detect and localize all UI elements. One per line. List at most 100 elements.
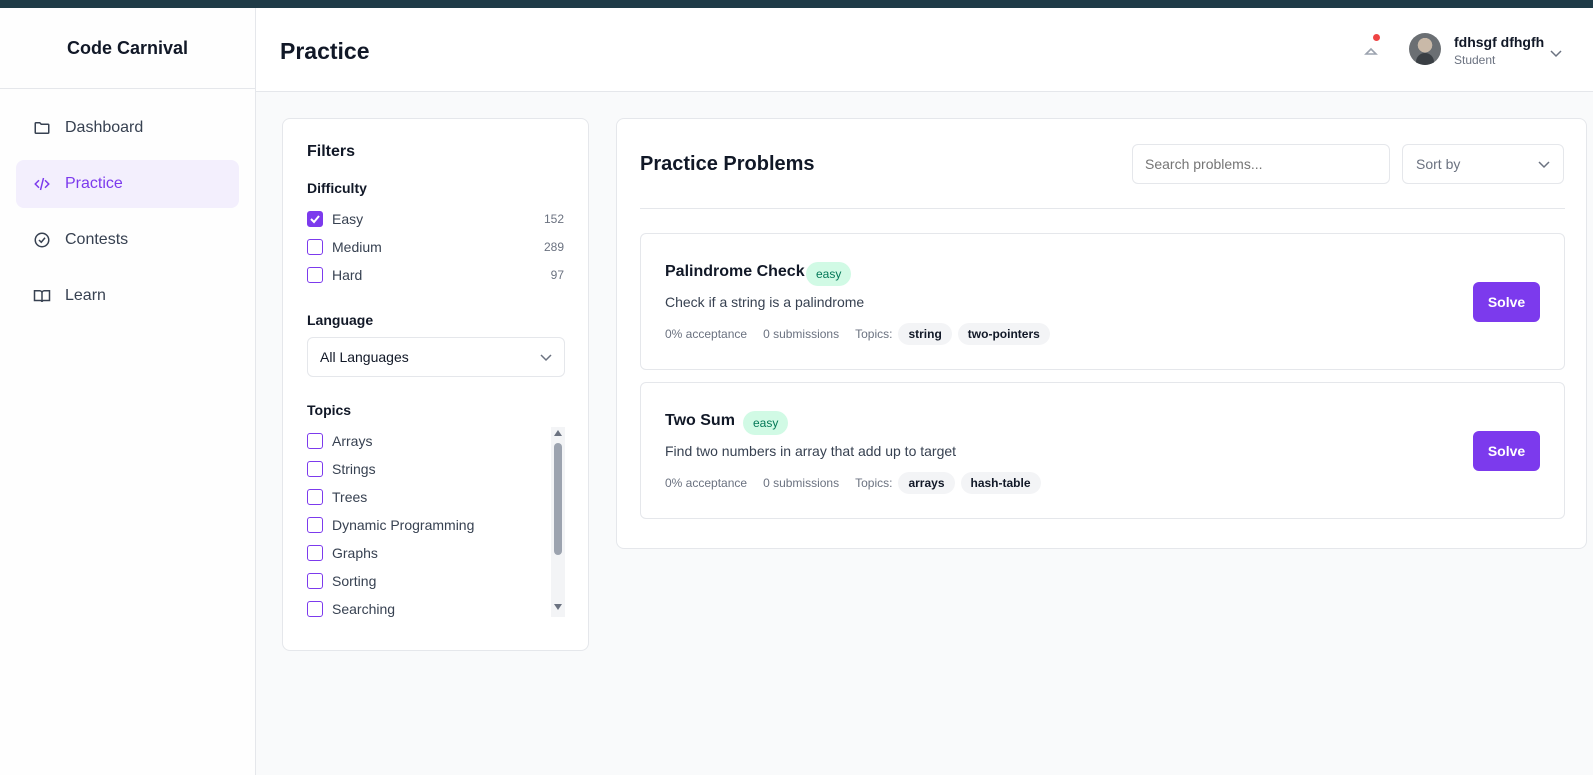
submission-count: 0 submissions: [763, 476, 840, 490]
book-icon: [33, 287, 51, 305]
problem-meta: 0% acceptance 0 submissions Topics: arra…: [665, 472, 1047, 494]
sort-label: Sort by: [1416, 156, 1461, 172]
difficulty-badge: easy: [743, 411, 789, 435]
filter-difficulty-medium[interactable]: Medium 289: [307, 233, 564, 261]
topics-label: Topics: [307, 402, 352, 418]
filter-topic-sorting[interactable]: Sorting: [307, 567, 564, 595]
solve-button[interactable]: Solve: [1473, 431, 1540, 471]
avatar[interactable]: [1409, 33, 1441, 65]
solve-button[interactable]: Solve: [1473, 282, 1540, 322]
filter-difficulty-easy[interactable]: Easy 152: [307, 205, 564, 233]
checkbox[interactable]: [307, 545, 323, 561]
checkbox[interactable]: [307, 489, 323, 505]
difficulty-label: Difficulty: [307, 180, 367, 196]
problem-card[interactable]: Two Sum easy Find two numbers in array t…: [640, 382, 1565, 519]
topics-scrollbar[interactable]: [551, 427, 565, 617]
notification-dot: [1373, 34, 1380, 41]
folder-icon: [33, 119, 51, 137]
checkbox[interactable]: [307, 239, 323, 255]
difficulty-count: 289: [543, 240, 564, 254]
problem-meta: 0% acceptance 0 submissions Topics: stri…: [665, 323, 1056, 345]
acceptance-rate: 0% acceptance: [665, 476, 748, 490]
user-name[interactable]: fdhsgf dfhgfh: [1454, 34, 1544, 50]
scroll-down-arrow-icon[interactable]: [553, 603, 563, 611]
filter-topic-dynamic-programming[interactable]: Dynamic Programming: [307, 511, 564, 539]
sidebar: Code Carnival Dashboard Practice Contest…: [0, 8, 256, 775]
checkbox-label: Sorting: [332, 573, 377, 589]
checkbox-label: Searching: [332, 601, 396, 617]
sidebar-item-label: Contests: [65, 231, 129, 248]
problem-card[interactable]: Palindrome Check easy Check if a string …: [640, 233, 1565, 370]
problems-title: Practice Problems: [640, 153, 815, 175]
scrollbar-thumb[interactable]: [554, 443, 562, 555]
topic-tag: arrays: [898, 472, 955, 494]
topics-label: Topics:: [855, 476, 893, 490]
filter-topic-arrays[interactable]: Arrays: [307, 427, 564, 455]
filters-panel: Filters Difficulty Easy 152 Medium 289 H…: [282, 118, 589, 651]
scroll-up-arrow-icon[interactable]: [553, 429, 563, 437]
sidebar-item-dashboard[interactable]: Dashboard: [16, 104, 239, 152]
difficulty-count: 97: [550, 268, 564, 282]
checkbox[interactable]: [307, 517, 323, 533]
check-icon: [310, 215, 320, 224]
language-selected-value: All Languages: [320, 349, 409, 365]
topic-tag: two-pointers: [957, 323, 1050, 345]
topic-tag: string: [898, 323, 952, 345]
language-label: Language: [307, 312, 374, 328]
chevron-down-icon: [540, 349, 552, 365]
filter-topic-searching[interactable]: Searching: [307, 595, 564, 623]
checkbox-label: Strings: [332, 461, 376, 477]
problem-title[interactable]: Two Sum: [665, 412, 735, 430]
submission-count: 0 submissions: [763, 327, 840, 341]
chevron-down-icon[interactable]: [1550, 45, 1562, 63]
sidebar-nav: Dashboard Practice Contests Learn: [0, 89, 255, 343]
chevron-down-icon: [1538, 156, 1550, 172]
sort-select[interactable]: Sort by: [1402, 144, 1564, 184]
checkbox-label: Trees: [332, 489, 368, 505]
checkbox-label: Easy: [332, 211, 364, 227]
page-title: Practice: [280, 38, 370, 64]
difficulty-badge: easy: [806, 262, 852, 286]
check-circle-icon: [33, 231, 51, 249]
sidebar-item-contests[interactable]: Contests: [16, 216, 239, 264]
filter-topic-trees[interactable]: Trees: [307, 483, 564, 511]
checkbox[interactable]: [307, 267, 323, 283]
checkbox-label: Dynamic Programming: [332, 517, 475, 533]
sidebar-item-learn[interactable]: Learn: [16, 272, 239, 320]
acceptance-rate: 0% acceptance: [665, 327, 748, 341]
filter-topic-strings[interactable]: Strings: [307, 455, 564, 483]
problem-description: Find two numbers in array that add up to…: [665, 443, 957, 459]
practice-problems-panel: Practice Problems Sort by Palindrome Che…: [616, 118, 1587, 549]
checkbox-checked[interactable]: [307, 211, 323, 227]
filter-topic-graphs[interactable]: Graphs: [307, 539, 564, 567]
checkbox[interactable]: [307, 433, 323, 449]
divider: [640, 208, 1565, 209]
sidebar-item-label: Practice: [65, 175, 123, 192]
top-header: Practice fdhsgf dfhgfh Student: [256, 8, 1593, 92]
sidebar-item-label: Learn: [65, 287, 106, 304]
sidebar-item-label: Dashboard: [65, 119, 144, 136]
checkbox-label: Hard: [332, 267, 363, 283]
language-select[interactable]: All Languages: [307, 337, 565, 377]
difficulty-count: 152: [543, 212, 564, 226]
filters-title: Filters: [307, 143, 356, 160]
topic-tag: hash-table: [960, 472, 1041, 494]
sidebar-item-practice[interactable]: Practice: [16, 160, 239, 208]
checkbox-label: Arrays: [332, 433, 373, 449]
search-input[interactable]: [1132, 144, 1390, 184]
checkbox-label: Graphs: [332, 545, 378, 561]
problem-title[interactable]: Palindrome Check: [665, 263, 805, 281]
user-role: Student: [1454, 53, 1496, 67]
filter-difficulty-hard[interactable]: Hard 97: [307, 261, 564, 289]
checkbox[interactable]: [307, 461, 323, 477]
checkbox[interactable]: [307, 601, 323, 617]
brand-logo[interactable]: Code Carnival: [0, 8, 255, 89]
code-icon: [33, 175, 51, 193]
top-accent-bar: [0, 0, 1593, 8]
notification-bell-icon[interactable]: [1360, 38, 1382, 62]
topics-list: Arrays Strings Trees Dynamic Programming…: [307, 427, 565, 617]
topics-label: Topics:: [855, 327, 893, 341]
checkbox-label: Medium: [332, 239, 382, 255]
checkbox[interactable]: [307, 573, 323, 589]
problem-description: Check if a string is a palindrome: [665, 294, 865, 310]
